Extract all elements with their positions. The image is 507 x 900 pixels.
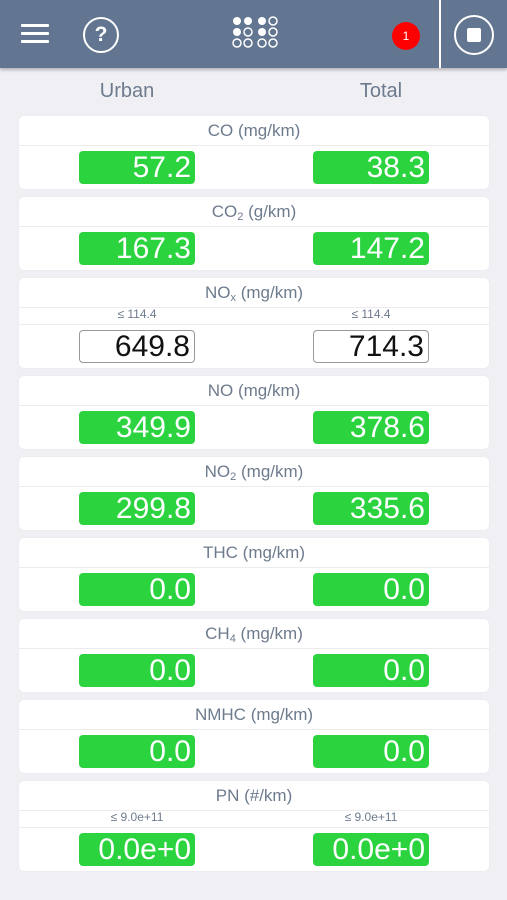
emission-title: CO (mg/km) — [19, 116, 489, 146]
urban-value: 57.2 — [79, 151, 195, 184]
value-row: 349.9 378.6 — [19, 406, 489, 449]
emission-title: CH4 (mg/km) — [19, 619, 489, 649]
pollutant-name: PN — [215, 786, 240, 805]
limit-urban: ≤ 114.4 — [117, 307, 157, 321]
value-row: 0.0 0.0 — [19, 568, 489, 611]
pollutant-name: CO — [211, 202, 238, 221]
total-value: 0.0 — [313, 573, 429, 606]
pollutant-name: NO — [204, 283, 231, 302]
pollutant-name: THC — [203, 543, 238, 562]
emission-card: NO (mg/km) 349.9 378.6 — [19, 376, 489, 449]
pollutant-unit: (mg/km) — [235, 283, 304, 302]
value-row: 167.3 147.2 — [19, 227, 489, 270]
limit-row: ≤ 114.4 ≤ 114.4 — [19, 307, 489, 325]
urban-value: 349.9 — [79, 411, 195, 444]
urban-value: 0.0 — [79, 735, 195, 768]
pollutant-name: NO — [204, 462, 231, 481]
grid-dots-icon[interactable] — [230, 16, 278, 50]
emission-title: NOx (mg/km) — [19, 278, 489, 308]
notification-badge[interactable]: 1 — [392, 22, 420, 50]
pollutant-name: CH — [205, 624, 230, 643]
divider — [439, 0, 441, 68]
emission-title: CO2 (g/km) — [19, 197, 489, 227]
pollutant-name: NO — [207, 381, 234, 400]
emission-title: NO2 (mg/km) — [19, 457, 489, 487]
value-row: 299.8 335.6 — [19, 487, 489, 530]
emission-title: NO (mg/km) — [19, 376, 489, 406]
urban-value: 0.0 — [79, 573, 195, 606]
column-header-urban: Urban — [99, 80, 155, 102]
pollutant-unit: (mg/km) — [245, 705, 314, 724]
emission-card: NOx (mg/km) ≤ 114.4 ≤ 114.4 649.8 714.3 — [19, 278, 489, 368]
pollutant-unit: (mg/km) — [233, 381, 301, 400]
total-value: 378.6 — [313, 411, 429, 444]
pollutant-unit: (mg/km) — [237, 543, 305, 562]
limit-urban: ≤ 9.0e+11 — [110, 810, 164, 824]
pollutant-unit: (#/km) — [239, 786, 293, 805]
urban-value: 299.8 — [79, 492, 195, 525]
emission-card: THC (mg/km) 0.0 0.0 — [19, 538, 489, 611]
value-row: 57.2 38.3 — [19, 146, 489, 189]
emission-title: NMHC (mg/km) — [19, 700, 489, 730]
emissions-list: CO (mg/km) 57.2 38.3 CO2 (g/km) 167.3 147.2 NO… — [19, 116, 489, 879]
emission-card: CO (mg/km) 57.2 38.3 — [19, 116, 489, 189]
stop-icon[interactable] — [454, 15, 494, 55]
limit-total: ≤ 114.4 — [351, 307, 391, 321]
urban-value: 0.0e+0 — [79, 833, 195, 866]
total-value: 147.2 — [313, 232, 429, 265]
pollutant-unit: (mg/km) — [233, 121, 301, 140]
limit-total: ≤ 9.0e+11 — [344, 810, 398, 824]
urban-value: 167.3 — [79, 232, 195, 265]
help-icon[interactable]: ? — [83, 17, 119, 53]
urban-value: 649.8 — [79, 330, 195, 363]
emission-title: THC (mg/km) — [19, 538, 489, 568]
top-bar: ? 1 — [0, 0, 507, 68]
total-value: 0.0e+0 — [313, 833, 429, 866]
limit-row: ≤ 9.0e+11 ≤ 9.0e+11 — [19, 810, 489, 828]
emission-card: NO2 (mg/km) 299.8 335.6 — [19, 457, 489, 530]
total-value: 38.3 — [313, 151, 429, 184]
hamburger-menu-icon[interactable] — [21, 24, 49, 44]
total-value: 335.6 — [313, 492, 429, 525]
total-value: 0.0 — [313, 654, 429, 687]
value-row: 0.0 0.0 — [19, 649, 489, 692]
emission-title: PN (#/km) — [19, 781, 489, 811]
pollutant-unit: (mg/km) — [235, 624, 303, 643]
emission-card: PN (#/km) ≤ 9.0e+11 ≤ 9.0e+11 0.0e+0 0.0e+0 — [19, 781, 489, 871]
pollutant-unit: (g/km) — [243, 202, 297, 221]
total-value: 714.3 — [313, 330, 429, 363]
value-row: 0.0e+0 0.0e+0 — [19, 828, 489, 871]
pollutant-name: CO — [207, 121, 234, 140]
total-value: 0.0 — [313, 735, 429, 768]
emission-card: NMHC (mg/km) 0.0 0.0 — [19, 700, 489, 773]
emission-card: CO2 (g/km) 167.3 147.2 — [19, 197, 489, 270]
emission-card: CH4 (mg/km) 0.0 0.0 — [19, 619, 489, 692]
value-row: 649.8 714.3 — [19, 325, 489, 368]
value-row: 0.0 0.0 — [19, 730, 489, 773]
urban-value: 0.0 — [79, 654, 195, 687]
pollutant-name: NMHC — [194, 705, 246, 724]
column-header-total: Total — [359, 80, 403, 102]
pollutant-unit: (mg/km) — [236, 462, 304, 481]
